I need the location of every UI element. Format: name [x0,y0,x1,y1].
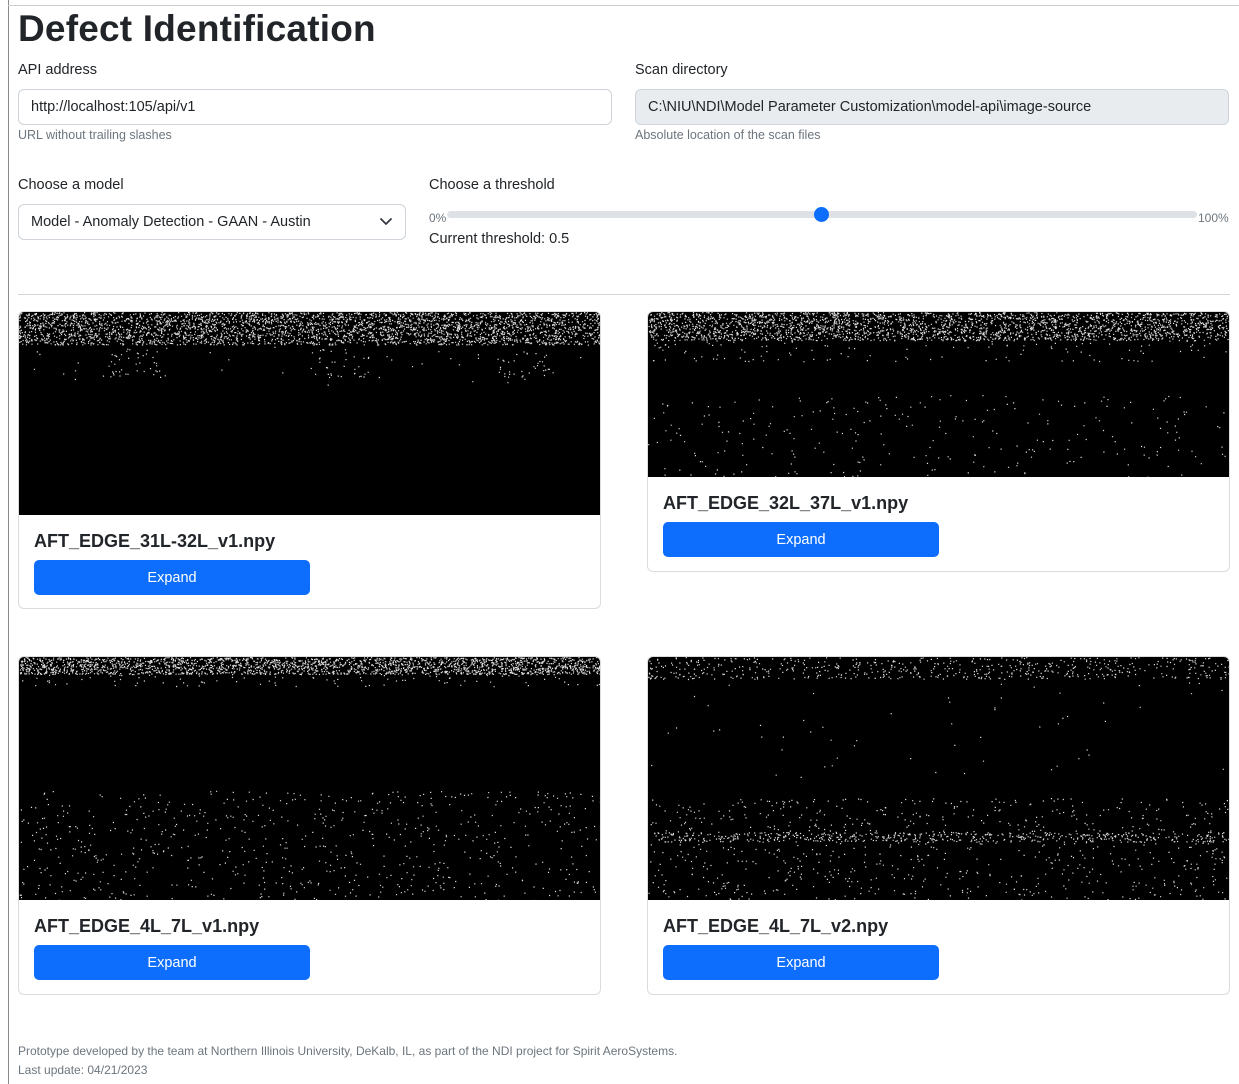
expand-button[interactable]: Expand [663,522,939,557]
page-left-border [8,0,9,1084]
model-select-value: Model - Anomaly Detection - GAAN - Austi… [31,214,311,230]
scan-card: AFT_EDGE_4L_7L_v1.npy Expand [18,656,601,995]
expand-button[interactable]: Expand [663,945,939,980]
threshold-label: Choose a threshold [429,177,555,193]
scan-directory-input[interactable]: C:\NIU\NDI\Model Parameter Customization… [635,89,1229,125]
api-address-help: URL without trailing slashes [18,128,172,142]
scan-image [648,657,1229,900]
api-address-input[interactable]: http://localhost:105/api/v1 [18,89,612,125]
footer-last-update: Last update: 04/21/2023 [18,1063,148,1077]
chevron-down-icon [380,218,392,225]
scan-image [19,657,600,900]
threshold-min-label: 0% [429,211,447,225]
scan-directory-help: Absolute location of the scan files [635,128,821,142]
scan-card-title: AFT_EDGE_31L-32L_v1.npy [34,531,276,551]
current-threshold-text: Current threshold: 0.5 [429,231,570,247]
scan-image [19,312,600,515]
threshold-max-label: 100% [1198,211,1229,225]
model-label: Choose a model [18,177,124,193]
scan-image [648,312,1229,477]
scan-card-title: AFT_EDGE_4L_7L_v1.npy [34,916,260,936]
footer-credits: Prototype developed by the team at North… [18,1044,678,1058]
scan-directory-label: Scan directory [635,62,728,78]
expand-button[interactable]: Expand [34,945,310,980]
expand-button[interactable]: Expand [34,560,310,595]
page-title: Defect Identification [18,8,376,49]
scan-card: AFT_EDGE_31L-32L_v1.npy Expand [18,311,601,609]
scan-card: AFT_EDGE_32L_37L_v1.npy Expand [647,311,1230,572]
page-top-border [8,5,1239,6]
section-divider [18,294,1230,295]
scan-card-title: AFT_EDGE_4L_7L_v2.npy [663,916,889,936]
api-address-label: API address [18,62,97,78]
model-select[interactable]: Model - Anomaly Detection - GAAN - Austi… [18,204,406,240]
scan-card: AFT_EDGE_4L_7L_v2.npy Expand [647,656,1230,995]
threshold-slider-thumb[interactable] [814,207,829,222]
scan-card-title: AFT_EDGE_32L_37L_v1.npy [663,493,909,513]
